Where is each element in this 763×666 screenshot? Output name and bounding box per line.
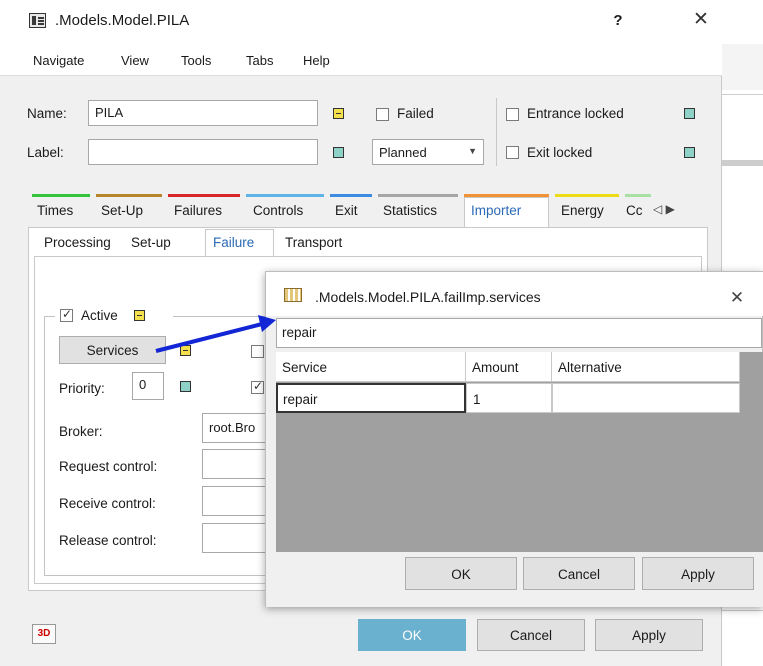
planned-value: Planned	[379, 145, 427, 160]
failed-checkbox[interactable]	[376, 108, 389, 121]
tab-color-statistics	[378, 194, 458, 197]
planned-dropdown[interactable]: Planned ▼	[372, 139, 484, 165]
cell-alternative[interactable]	[552, 383, 740, 413]
help-button[interactable]: ?	[606, 12, 630, 29]
subtab-transport[interactable]: Transport	[285, 235, 342, 250]
entrance-locked-checkbox[interactable]	[506, 108, 519, 121]
services-apply-button[interactable]: Apply	[642, 557, 754, 590]
priority-inherit-icon[interactable]	[180, 381, 191, 392]
services-close-button[interactable]: ✕	[722, 288, 752, 308]
label-field[interactable]	[88, 139, 318, 165]
services-inherit-icon[interactable]	[180, 345, 191, 356]
release-control-field[interactable]	[202, 523, 272, 553]
tab-setup[interactable]: Set-Up	[101, 203, 143, 218]
window-icon	[29, 13, 46, 28]
broker-field[interactable]: root.Bro	[202, 413, 272, 443]
entrance-locked-inherit-icon[interactable]	[684, 108, 695, 119]
tab-cc[interactable]: Cc	[626, 203, 656, 218]
services-cancel-button[interactable]: Cancel	[523, 557, 635, 590]
dialog-title: .Models.Model.PILA	[55, 12, 190, 29]
menu-view[interactable]: View	[121, 53, 149, 68]
tab-energy[interactable]: Energy	[561, 203, 604, 218]
hidden-checkbox-2[interactable]	[251, 379, 264, 394]
services-button[interactable]: Services	[59, 336, 166, 364]
entrance-locked-label: Entrance locked	[527, 106, 624, 121]
column-header-amount[interactable]: Amount	[466, 352, 552, 382]
active-label: Active	[81, 308, 118, 323]
services-edit-field[interactable]: repair	[276, 318, 762, 348]
table-icon	[284, 288, 302, 302]
services-dialog-title: .Models.Model.PILA.failImp.services	[315, 289, 541, 305]
menu-tabs[interactable]: Tabs	[246, 53, 273, 68]
exit-locked-inherit-icon[interactable]	[684, 147, 695, 158]
receive-control-label: Receive control:	[59, 496, 156, 511]
column-header-alternative[interactable]: Alternative	[552, 352, 740, 382]
request-control-label: Request control:	[59, 459, 158, 474]
hidden-checkbox-1[interactable]	[251, 345, 264, 358]
subtab-processing[interactable]: Processing	[44, 235, 111, 250]
menu-tools[interactable]: Tools	[181, 53, 211, 68]
subtab-failure[interactable]: Failure	[213, 235, 254, 250]
cancel-button[interactable]: Cancel	[477, 619, 585, 651]
cell-service[interactable]: repair	[276, 383, 466, 413]
tab-color-controls	[246, 194, 324, 197]
request-control-field[interactable]	[202, 449, 272, 479]
priority-field[interactable]: 0	[132, 372, 164, 400]
tab-color-times	[32, 194, 90, 197]
cell-amount[interactable]: 1	[466, 383, 552, 413]
column-header-service[interactable]: Service	[276, 352, 466, 382]
tab-failures[interactable]: Failures	[174, 203, 222, 218]
services-table	[276, 352, 763, 552]
menu-navigate[interactable]: Navigate	[33, 53, 84, 68]
failed-label: Failed	[397, 106, 434, 121]
tab-importer[interactable]: Importer	[471, 203, 521, 218]
menu-help[interactable]: Help	[303, 53, 330, 68]
ok-button[interactable]: OK	[358, 619, 466, 651]
exit-locked-checkbox[interactable]	[506, 146, 519, 159]
tab-color-cc	[625, 194, 651, 197]
tab-controls[interactable]: Controls	[253, 203, 303, 218]
tab-color-exit	[330, 194, 372, 197]
broker-label: Broker:	[59, 424, 103, 439]
active-checkbox[interactable]	[60, 307, 73, 322]
tab-exit[interactable]: Exit	[335, 203, 358, 218]
divider	[496, 98, 497, 166]
3d-logo-icon[interactable]: 3D	[32, 624, 56, 644]
tab-scroll-arrows-icon[interactable]: ◁ ▶	[653, 202, 675, 216]
exit-locked-label: Exit locked	[527, 145, 593, 160]
tab-color-failures	[168, 194, 240, 197]
apply-button[interactable]: Apply	[595, 619, 703, 651]
release-control-label: Release control:	[59, 533, 157, 548]
tab-color-setup	[96, 194, 162, 197]
label-inherit-icon[interactable]	[333, 147, 344, 158]
active-inherit-icon[interactable]	[134, 310, 145, 321]
name-field[interactable]: PILA	[88, 100, 318, 126]
close-button[interactable]: ✕	[686, 8, 716, 31]
services-ok-button[interactable]: OK	[405, 557, 517, 590]
tab-color-energy	[555, 194, 619, 197]
name-inherit-icon[interactable]	[333, 108, 344, 119]
tab-statistics[interactable]: Statistics	[383, 203, 437, 218]
label-label: Label:	[27, 145, 64, 160]
name-label: Name:	[27, 106, 67, 121]
tab-times[interactable]: Times	[37, 203, 73, 218]
priority-label: Priority:	[59, 381, 105, 396]
receive-control-field[interactable]	[202, 486, 272, 516]
chevron-down-icon: ▼	[468, 146, 477, 156]
menu-bar	[0, 44, 722, 76]
subtab-setup[interactable]: Set-up	[131, 235, 171, 250]
